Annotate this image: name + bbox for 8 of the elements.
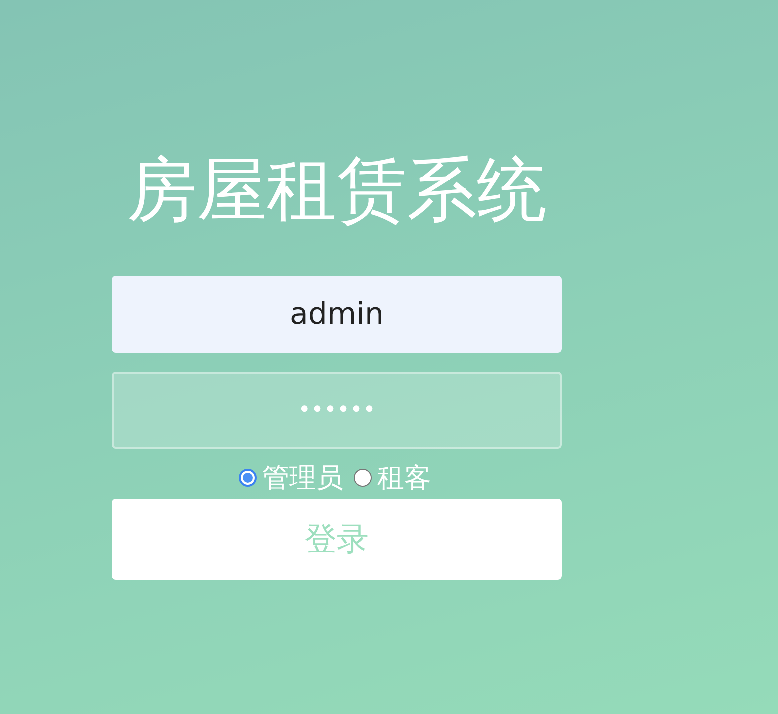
role-radio[interactable] bbox=[354, 469, 372, 487]
password-field[interactable]: •••••• bbox=[112, 372, 562, 449]
role-label: 租客 bbox=[378, 462, 432, 496]
role-label: 管理员 bbox=[262, 462, 344, 496]
username-field[interactable]: admin bbox=[112, 276, 562, 353]
role-radio[interactable] bbox=[238, 469, 256, 487]
login-button[interactable]: 登录 bbox=[112, 499, 562, 580]
app-title: 房屋租赁系统 bbox=[126, 148, 548, 233]
